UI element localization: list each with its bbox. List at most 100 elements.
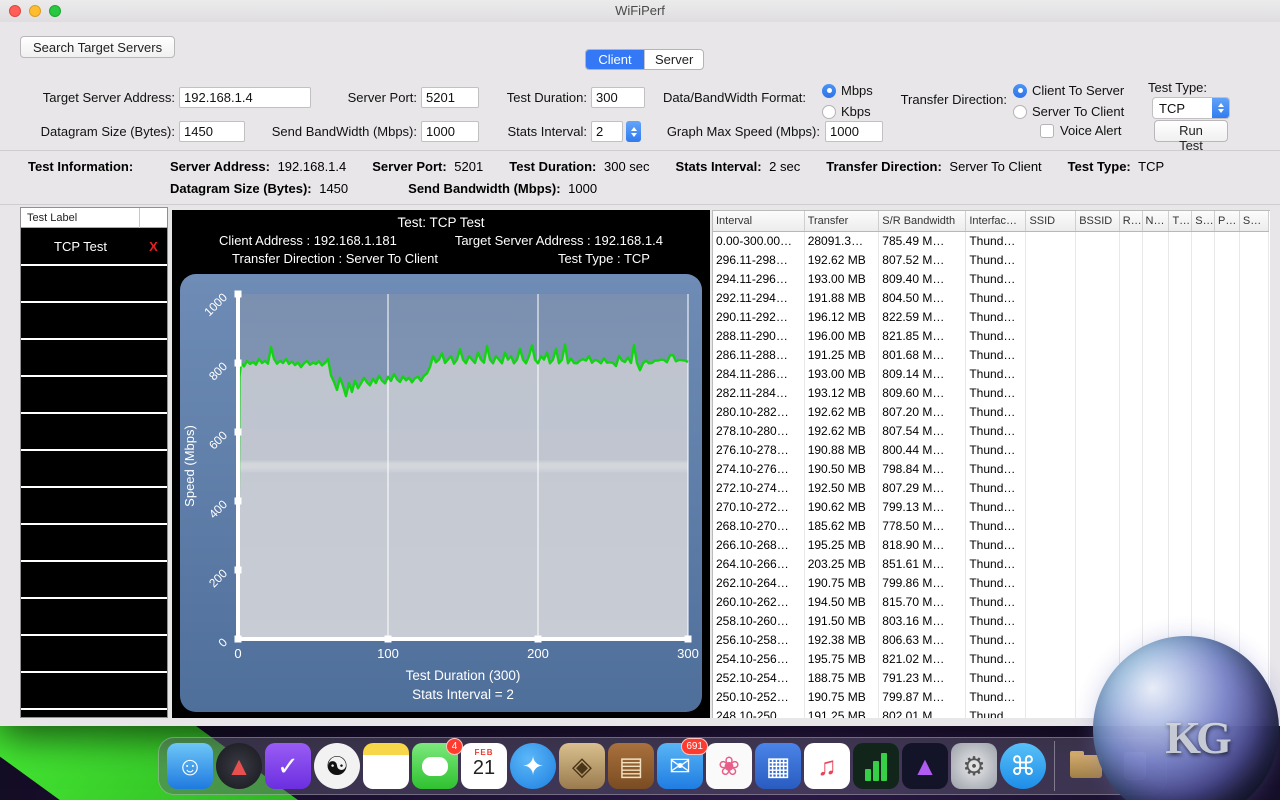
column-header[interactable]: Interfac…: [966, 211, 1026, 231]
yin-yang-icon[interactable]: ☯: [314, 743, 360, 789]
run-test-button[interactable]: Run Test: [1154, 120, 1228, 142]
graph-max-speed-input[interactable]: [825, 121, 883, 142]
column-header[interactable]: S/R Bandwidth: [879, 211, 966, 231]
safari-icon[interactable]: ✦: [510, 743, 556, 789]
test-duration-input[interactable]: [591, 87, 645, 108]
column-header[interactable]: Interval: [713, 211, 804, 231]
svg-text:1000: 1000: [201, 290, 230, 319]
stocks-chart-icon[interactable]: [853, 743, 899, 789]
table-row[interactable]: 288.11-290…196.00 MB821.85 M…Thund…: [713, 327, 1269, 346]
table-cell: [1076, 460, 1120, 479]
table-cell: [1192, 479, 1215, 498]
voice-alert-checkbox[interactable]: [1040, 124, 1054, 138]
table-row[interactable]: 272.10-274…192.50 MB807.29 M…Thund…: [713, 479, 1269, 498]
shortcuts-icon[interactable]: ⌘: [1000, 743, 1046, 789]
radio-stc-dot[interactable]: [1013, 105, 1027, 119]
artwork-stamp-icon[interactable]: ◈: [559, 743, 605, 789]
table-cell: 801.68 M…: [879, 346, 966, 365]
column-header[interactable]: N…: [1142, 211, 1169, 231]
target-server-address-input[interactable]: [179, 87, 311, 108]
finder-icon[interactable]: ☺: [167, 743, 213, 789]
radio-kbps[interactable]: Kbps: [822, 102, 873, 121]
radio-server-to-client[interactable]: Server To Client: [1013, 102, 1124, 121]
table-cell: [1076, 555, 1120, 574]
test-type-popup[interactable]: TCP: [1152, 97, 1230, 119]
things-checkmark-icon[interactable]: ✓: [265, 743, 311, 789]
table-row[interactable]: 294.11-296…193.00 MB809.40 M…Thund…: [713, 270, 1269, 289]
table-row[interactable]: 266.10-268…195.25 MB818.90 M…Thund…: [713, 536, 1269, 555]
table-row[interactable]: 268.10-270…185.62 MB778.50 M…Thund…: [713, 517, 1269, 536]
stats-interval-input[interactable]: [591, 121, 623, 142]
affinity-triangle-icon[interactable]: ▲: [902, 743, 948, 789]
table-row[interactable]: 284.11-286…193.00 MB809.14 M…Thund…: [713, 365, 1269, 384]
throughput-chart-svg: 020040060080010000100200300Speed (Mbps)T…: [180, 274, 702, 712]
table-row[interactable]: 274.10-276…190.50 MB798.84 M…Thund…: [713, 460, 1269, 479]
contacts-book-icon[interactable]: ▤: [608, 743, 654, 789]
table-row[interactable]: 276.10-278…190.88 MB800.44 M…Thund…: [713, 441, 1269, 460]
table-row[interactable]: 282.11-284…193.12 MB809.60 M…Thund…: [713, 384, 1269, 403]
table-row[interactable]: 296.11-298…192.62 MB807.52 M…Thund…: [713, 251, 1269, 270]
zoom-button[interactable]: [49, 5, 61, 17]
table-row[interactable]: 292.11-294…191.88 MB804.50 M…Thund…: [713, 289, 1269, 308]
test-info-item: Send Bandwidth (Mbps): 1000: [408, 181, 597, 196]
table-cell: [1076, 384, 1120, 403]
search-target-servers-button[interactable]: Search Target Servers: [20, 36, 175, 58]
table-row[interactable]: 258.10-260…191.50 MB803.16 M…Thund…: [713, 612, 1269, 631]
table-cell: 191.25 MB: [804, 346, 879, 365]
test-list-item[interactable]: TCP TestX: [21, 228, 167, 266]
table-cell: [1142, 479, 1169, 498]
table-cell: [1215, 403, 1240, 422]
close-button[interactable]: [9, 5, 21, 17]
stats-interval-stepper[interactable]: [626, 121, 641, 142]
column-header[interactable]: R…: [1119, 211, 1142, 231]
photos-icon[interactable]: ❀: [706, 743, 752, 789]
table-row[interactable]: 270.10-272…190.62 MB799.13 M…Thund…: [713, 498, 1269, 517]
table-cell: [1119, 536, 1142, 555]
radio-kbps-dot[interactable]: [822, 105, 836, 119]
messages-icon[interactable]: 4: [412, 743, 458, 789]
column-header[interactable]: P…: [1215, 211, 1240, 231]
radio-client-to-server[interactable]: Client To Server: [1013, 81, 1124, 100]
table-row[interactable]: 0.00-300.00…28091.3…785.49 M…Thund…: [713, 231, 1269, 251]
test-type-popup-arrows-icon[interactable]: [1212, 97, 1229, 119]
music-icon[interactable]: ♫: [804, 743, 850, 789]
table-row[interactable]: 262.10-264…190.75 MB799.86 M…Thund…: [713, 574, 1269, 593]
table-row[interactable]: 264.10-266…203.25 MB851.61 M…Thund…: [713, 555, 1269, 574]
server-port-input[interactable]: [421, 87, 479, 108]
table-cell: [1239, 308, 1268, 327]
notes-icon[interactable]: [363, 743, 409, 789]
remove-test-icon[interactable]: X: [140, 239, 167, 254]
chart-test-type: Test Type : TCP: [558, 251, 650, 266]
test-list-empty-row: [21, 599, 167, 636]
column-header[interactable]: S…: [1192, 211, 1215, 231]
datagram-size-input[interactable]: [179, 121, 245, 142]
column-header[interactable]: BSSID: [1076, 211, 1120, 231]
column-header[interactable]: Transfer: [804, 211, 879, 231]
table-row[interactable]: 280.10-282…192.62 MB807.20 M…Thund…: [713, 403, 1269, 422]
radio-mbps-dot[interactable]: [822, 84, 836, 98]
column-header[interactable]: S…: [1239, 211, 1268, 231]
voice-alert-control[interactable]: Voice Alert: [1040, 123, 1121, 138]
radio-mbps[interactable]: Mbps: [822, 81, 873, 100]
titlebar[interactable]: WiFiPerf: [0, 0, 1280, 22]
table-row[interactable]: 260.10-262…194.50 MB815.70 M…Thund…: [713, 593, 1269, 612]
table-row[interactable]: 290.11-292…196.12 MB822.59 M…Thund…: [713, 308, 1269, 327]
segment-client[interactable]: Client: [586, 50, 644, 69]
texture-grid-icon[interactable]: ▦: [755, 743, 801, 789]
segment-server[interactable]: Server: [644, 50, 703, 69]
send-bandwidth-input[interactable]: [421, 121, 479, 142]
radio-cts-dot[interactable]: [1013, 84, 1027, 98]
mail-icon[interactable]: ✉691: [657, 743, 703, 789]
column-header[interactable]: SSID: [1026, 211, 1076, 231]
calendar-icon[interactable]: FEB21: [461, 743, 507, 789]
system-preferences-gear-icon[interactable]: ⚙: [951, 743, 997, 789]
table-cell: [1119, 403, 1142, 422]
table-row[interactable]: 278.10-280…192.62 MB807.54 M…Thund…: [713, 422, 1269, 441]
table-cell: [1239, 346, 1268, 365]
rocket-launchpad-icon[interactable]: ▲: [216, 743, 262, 789]
table-row[interactable]: 286.11-288…191.25 MB801.68 M…Thund…: [713, 346, 1269, 365]
format-radio-group: Mbps Kbps: [822, 81, 873, 121]
test-list-header[interactable]: Test Label: [21, 208, 167, 228]
minimize-button[interactable]: [29, 5, 41, 17]
column-header[interactable]: T…: [1169, 211, 1192, 231]
